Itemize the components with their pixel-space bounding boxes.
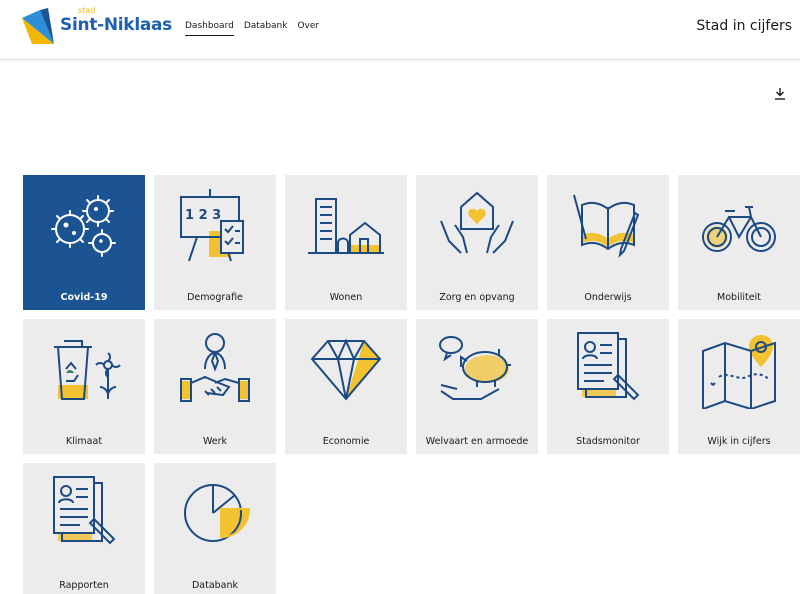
download-icon[interactable]	[773, 86, 787, 102]
tile-label: Stadsmonitor	[576, 436, 640, 447]
tile-klimaat[interactable]: Klimaat	[23, 319, 145, 454]
tile-label: Covid-19	[60, 292, 108, 303]
tile-label: Demografie	[187, 292, 243, 303]
handshake-icon	[180, 333, 250, 402]
buildings-icon	[308, 198, 384, 254]
header: stad Sint-Niklaas Dashboard Databank Ove…	[0, 0, 800, 60]
tile-label: Economie	[322, 436, 370, 447]
tile-economie[interactable]: Economie	[285, 319, 407, 454]
tile-mobiliteit[interactable]: Mobiliteit	[678, 175, 800, 310]
tile-covid-19[interactable]: Covid-19	[23, 175, 145, 310]
presentation-board-icon: 1 2 3	[180, 189, 244, 262]
tile-label: Welvaart en armoede	[425, 436, 529, 447]
report-document-icon	[53, 476, 116, 545]
tile-label: Onderwijs	[584, 292, 632, 303]
nav-dashboard[interactable]: Dashboard	[185, 21, 234, 36]
tile-label: Mobiliteit	[717, 292, 761, 303]
tile-label: Werk	[202, 436, 228, 447]
pie-chart-icon	[184, 484, 251, 542]
nav-over[interactable]: Over	[297, 21, 319, 36]
site-title: Stad in cijfers	[696, 18, 792, 34]
logo-name: Sint-Niklaas	[60, 15, 173, 35]
open-book-icon	[573, 194, 640, 258]
tile-werk[interactable]: Werk	[154, 319, 276, 454]
map-pin-icon	[702, 335, 776, 409]
tile-databank[interactable]: Databank	[154, 463, 276, 594]
tile-demografie[interactable]: 1 2 3 Demografie	[154, 175, 276, 310]
tile-wonen[interactable]: Wonen	[285, 175, 407, 310]
svg-text:1 2 3: 1 2 3	[185, 208, 221, 223]
piggy-bank-icon	[439, 336, 511, 400]
tile-zorg-en-opvang[interactable]: Zorg en opvang	[416, 175, 538, 310]
diamond-icon	[310, 338, 382, 401]
main-nav: Dashboard Databank Over	[185, 21, 319, 36]
tile-label: Databank	[191, 580, 239, 591]
nav-databank[interactable]: Databank	[244, 21, 288, 36]
logo-small-text: stad	[78, 6, 96, 15]
tile-label: Klimaat	[65, 436, 103, 447]
tile-rapporten[interactable]: Rapporten	[23, 463, 145, 594]
tile-onderwijs[interactable]: Onderwijs	[547, 175, 669, 310]
recycle-bin-flower-icon	[54, 340, 121, 400]
tile-label: Wijk in cijfers	[707, 436, 771, 447]
virus-icon	[51, 195, 116, 257]
tile-stadsmonitor[interactable]: Stadsmonitor	[547, 319, 669, 454]
bicycle-icon	[702, 206, 776, 252]
tile-label: Zorg en opvang	[439, 292, 515, 303]
hands-house-heart-icon	[440, 191, 514, 254]
logo[interactable]: stad Sint-Niklaas	[18, 4, 188, 50]
logo-mark-icon	[22, 8, 54, 44]
tile-label: Wonen	[329, 292, 363, 303]
tile-label: Rapporten	[59, 580, 109, 591]
tile-wijk-in-cijfers[interactable]: Wijk in cijfers	[678, 319, 800, 454]
tile-welvaart-en-armoede[interactable]: Welvaart en armoede	[416, 319, 538, 454]
report-document-icon	[577, 332, 640, 401]
